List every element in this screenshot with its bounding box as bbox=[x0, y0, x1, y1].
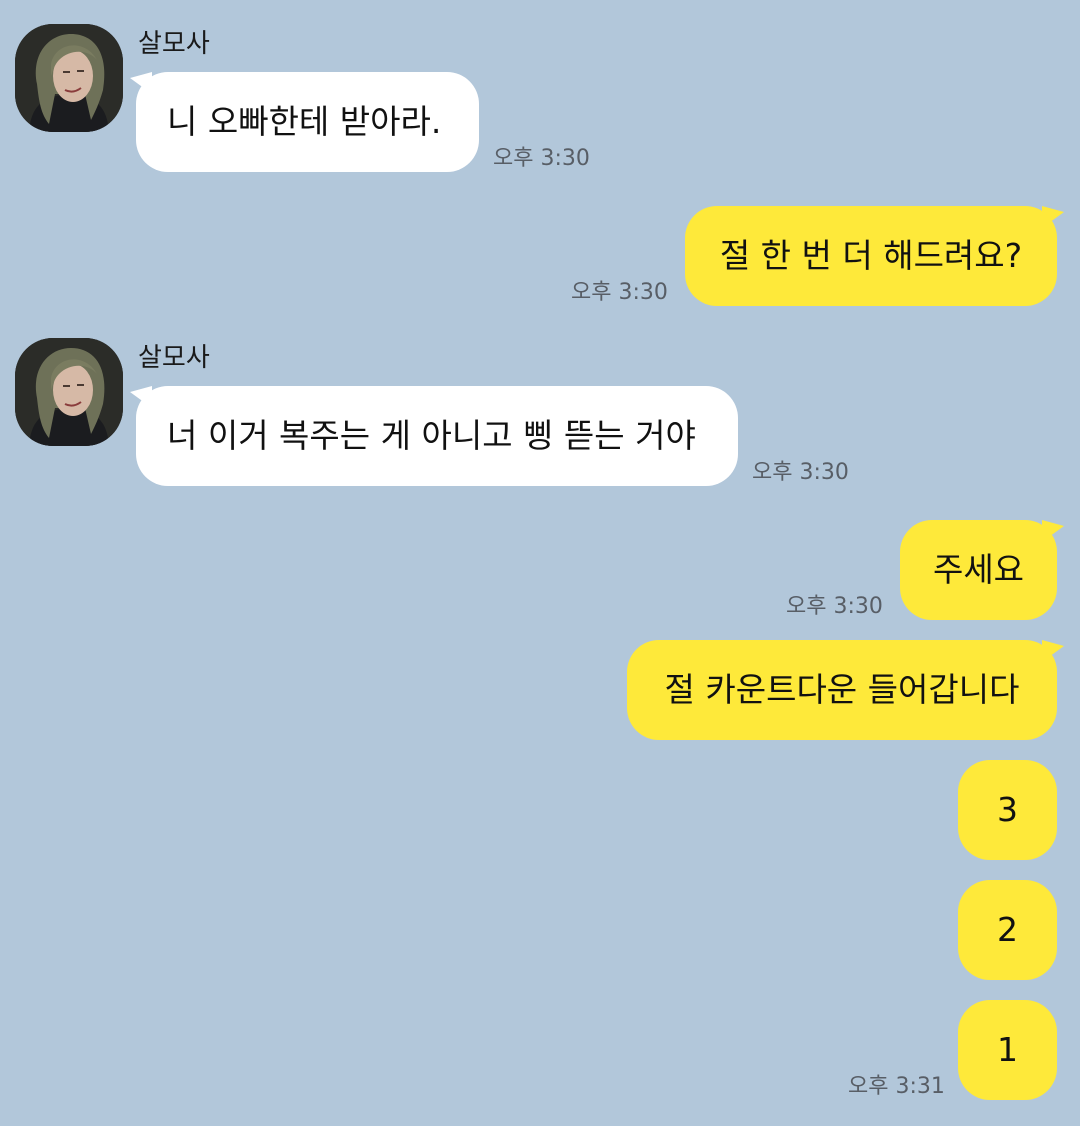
outgoing-message-bubble[interactable]: 2 bbox=[958, 880, 1057, 980]
message-time: 오후 3:30 bbox=[571, 280, 668, 305]
message-time: 오후 3:30 bbox=[493, 146, 590, 171]
sender-name: 살모사 bbox=[138, 343, 210, 373]
message-time: 오후 3:30 bbox=[786, 594, 883, 619]
outgoing-message-bubble[interactable]: 절 한 번 더 해드려요? bbox=[685, 206, 1057, 306]
outgoing-message-bubble[interactable]: 주세요 bbox=[900, 520, 1057, 620]
profile-photo bbox=[15, 338, 123, 446]
profile-photo bbox=[15, 24, 123, 132]
avatar[interactable] bbox=[15, 338, 123, 446]
chat-view[interactable]: 살모사 니 오빠한테 받아라. 오후 3:30 절 한 번 더 해드려요? 오후… bbox=[0, 0, 1080, 1126]
outgoing-message-bubble[interactable]: 절 카운트다운 들어갑니다 bbox=[627, 640, 1057, 740]
incoming-message-bubble[interactable]: 니 오빠한테 받아라. bbox=[136, 72, 479, 172]
message-time: 오후 3:30 bbox=[752, 460, 849, 485]
incoming-message-bubble[interactable]: 너 이거 복주는 게 아니고 삥 뜯는 거야 bbox=[136, 386, 738, 486]
outgoing-message-bubble[interactable]: 3 bbox=[958, 760, 1057, 860]
outgoing-message-bubble[interactable]: 1 bbox=[958, 1000, 1057, 1100]
message-time: 오후 3:31 bbox=[848, 1074, 945, 1099]
sender-name: 살모사 bbox=[138, 29, 210, 59]
avatar[interactable] bbox=[15, 24, 123, 132]
